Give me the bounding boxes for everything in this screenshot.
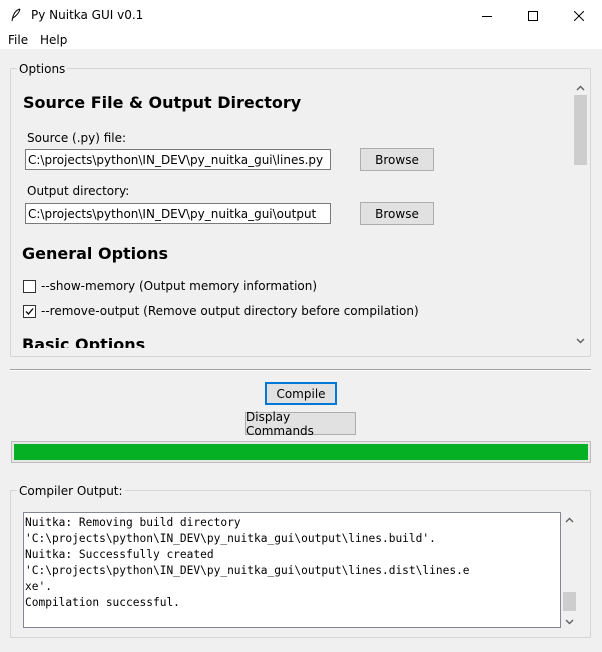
menu-file[interactable]: File (8, 33, 28, 47)
remove-output-checkbox[interactable] (23, 305, 36, 318)
options-scrollbar-thumb[interactable] (574, 95, 587, 165)
output-directory-input[interactable]: C:\projects\python\IN_DEV\py_nuitka_gui\… (25, 203, 331, 224)
chevron-up-icon (565, 512, 574, 526)
maximize-button[interactable] (510, 0, 556, 31)
progress-bar-fill (14, 444, 588, 460)
output-scroll-down-arrow[interactable] (561, 612, 578, 629)
maximize-icon (528, 10, 538, 21)
menu-help[interactable]: Help (40, 33, 67, 47)
minimize-icon (482, 11, 492, 21)
separator (10, 369, 591, 371)
output-scrollbar-thumb[interactable] (563, 592, 576, 611)
general-options-heading: General Options (22, 244, 169, 263)
chevron-down-icon (576, 333, 585, 347)
options-group-label: Options (17, 62, 68, 76)
feather-icon (10, 8, 22, 22)
compiler-output-text[interactable]: Nuitka: Removing build directory 'C:\pro… (23, 512, 561, 628)
options-scrollbar[interactable] (572, 78, 589, 348)
options-scroll-area: Source File & Output Directory Source (.… (20, 81, 572, 348)
chevron-down-icon (565, 614, 574, 628)
source-section-heading: Source File & Output Directory (23, 93, 302, 112)
compile-button[interactable]: Compile (265, 382, 337, 405)
checkmark-icon (25, 308, 34, 315)
progress-bar (11, 441, 591, 463)
output-line: Compilation successful. (25, 596, 180, 609)
source-browse-button[interactable]: Browse (360, 148, 434, 171)
output-browse-button[interactable]: Browse (360, 202, 434, 225)
display-commands-button[interactable]: Display Commands (245, 410, 356, 438)
source-file-input[interactable]: C:\projects\python\IN_DEV\py_nuitka_gui\… (25, 149, 331, 170)
output-line: xe'. (25, 580, 52, 593)
output-line: 'C:\projects\python\IN_DEV\py_nuitka_gui… (25, 564, 470, 577)
chevron-up-icon (576, 80, 585, 94)
close-icon (574, 10, 584, 21)
menu-bar: File Help (0, 31, 602, 50)
scroll-down-arrow[interactable] (572, 331, 589, 348)
output-directory-label: Output directory: (27, 184, 130, 198)
show-memory-label: --show-memory (Output memory information… (41, 279, 318, 293)
basic-options-heading: Basic Options (22, 335, 146, 348)
window-title: Py Nuitka GUI v0.1 (31, 8, 144, 22)
output-line: Nuitka: Successfully created (25, 548, 214, 561)
output-line: 'C:\projects\python\IN_DEV\py_nuitka_gui… (25, 532, 436, 545)
source-file-label: Source (.py) file: (27, 131, 127, 145)
output-scrollbar[interactable] (561, 510, 578, 629)
compiler-output-label: Compiler Output: (17, 484, 125, 498)
title-bar: Py Nuitka GUI v0.1 (0, 0, 602, 31)
scroll-up-arrow[interactable] (572, 78, 589, 95)
close-button[interactable] (556, 0, 602, 31)
output-scroll-up-arrow[interactable] (561, 510, 578, 527)
output-line: Nuitka: Removing build directory (25, 516, 241, 529)
remove-output-label: --remove-output (Remove output directory… (41, 304, 419, 318)
show-memory-checkbox[interactable] (23, 280, 36, 293)
minimize-button[interactable] (464, 0, 510, 31)
